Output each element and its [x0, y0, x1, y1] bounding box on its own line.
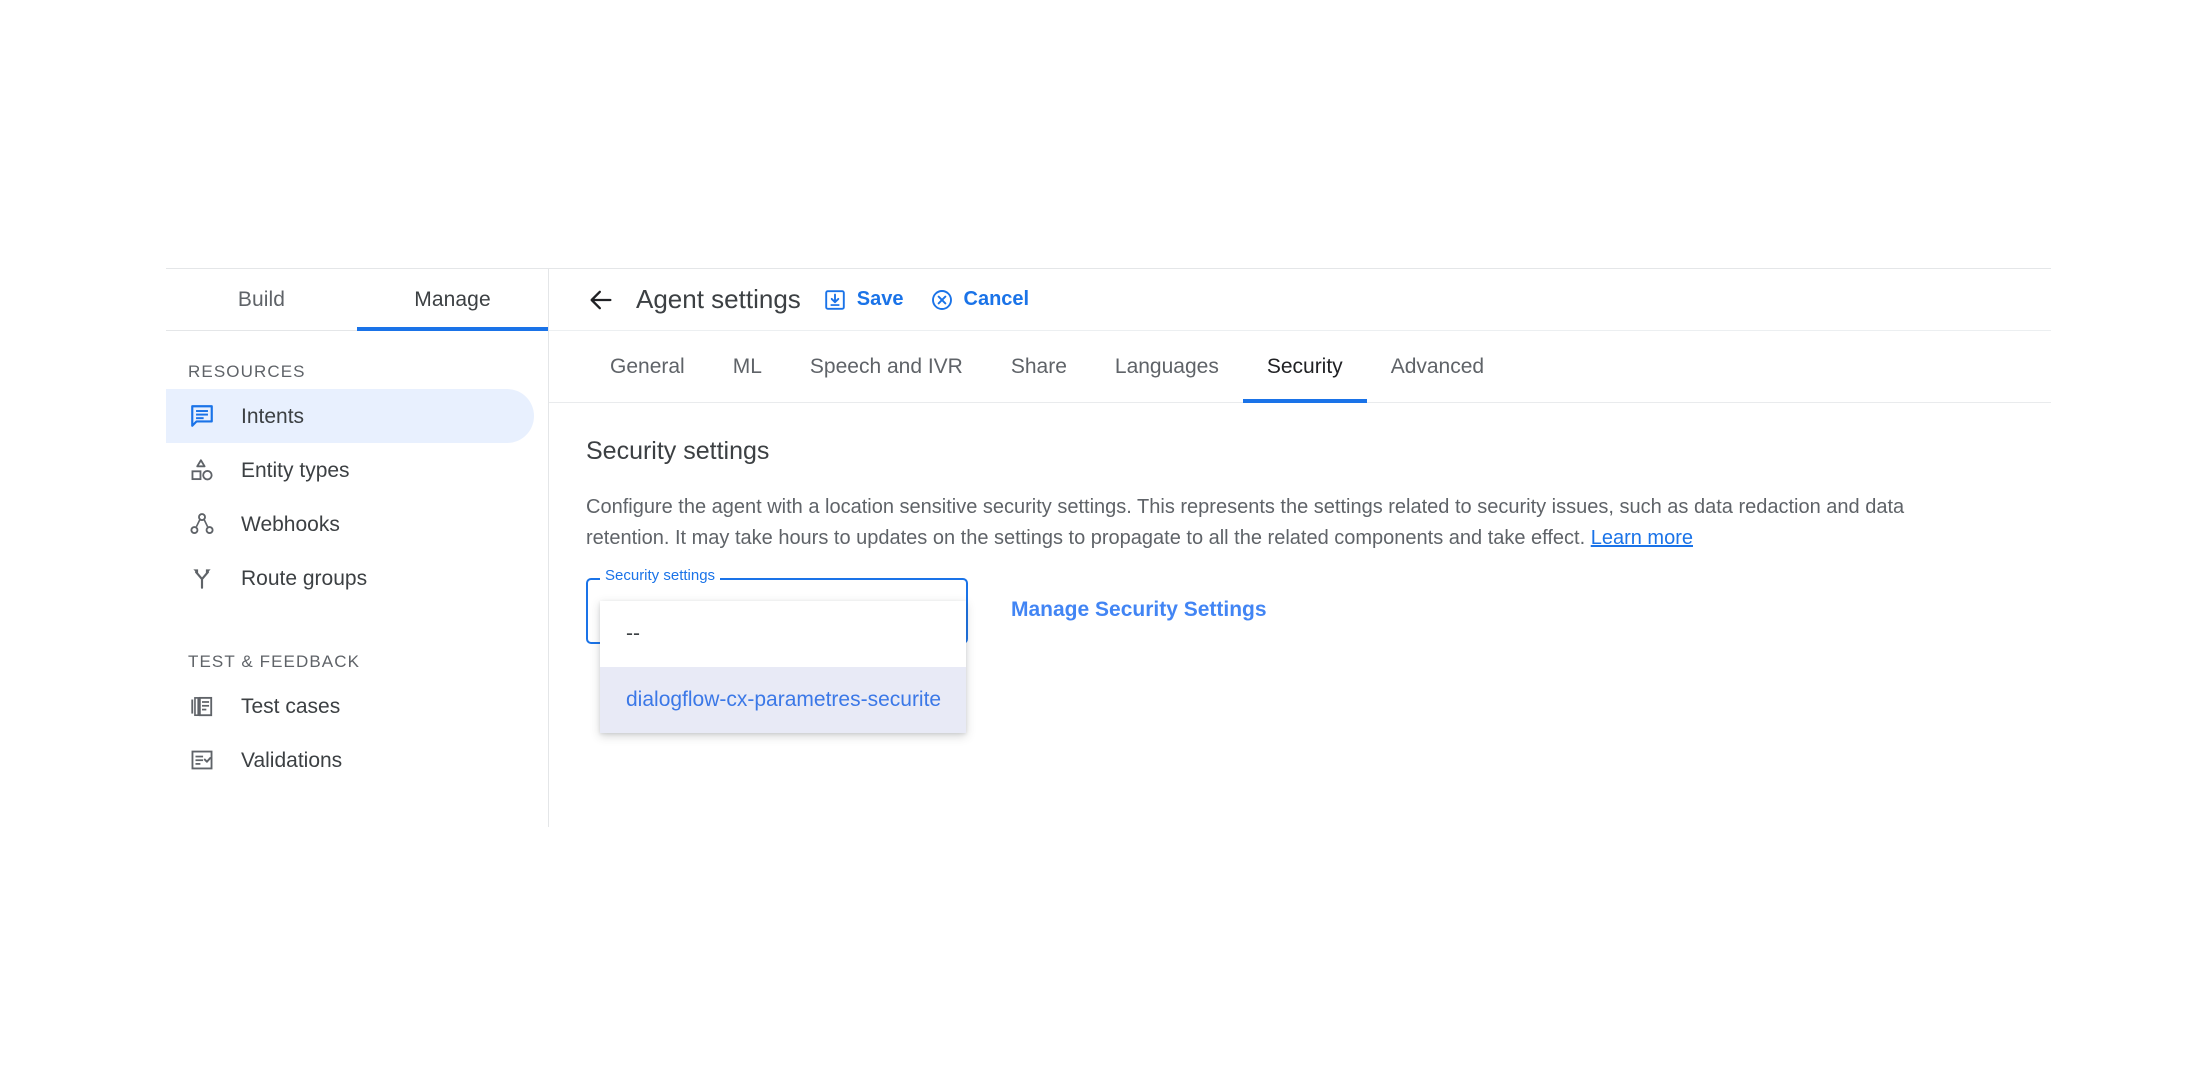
security-settings-dropdown-panel: -- dialogflow-cx-parametres-securite [600, 601, 966, 733]
tab-speech-and-ivr-label: Speech and IVR [809, 354, 963, 378]
security-settings-content: Security settings Configure the agent wi… [549, 403, 2051, 733]
page-title: Agent settings [636, 284, 801, 314]
mode-tab-bar: Build Manage [166, 269, 548, 331]
cancel-button[interactable]: Cancel [930, 288, 1030, 312]
sidebar-item-intents-label: Intents [241, 404, 305, 428]
tab-advanced[interactable]: Advanced [1367, 331, 1508, 402]
nav-section-title-resources: RESOURCES [188, 362, 306, 381]
save-button[interactable]: Save [823, 288, 904, 312]
mode-tab-manage[interactable]: Manage [357, 269, 548, 331]
mode-tab-manage-label: Manage [414, 287, 491, 311]
manage-security-settings-link[interactable]: Manage Security Settings [1011, 598, 1267, 622]
section-heading: Security settings [586, 437, 770, 465]
settings-header: Agent settings Save Cancel [549, 269, 2051, 331]
nav-section-test-feedback: TEST & FEEDBACK Test cases Validations [166, 645, 548, 787]
sidebar-item-test-cases[interactable]: Test cases [166, 679, 534, 733]
dropdown-option-dialogflow-cx-parametres-securite-label: dialogflow-cx-parametres-securite [626, 688, 942, 711]
tab-share[interactable]: Share [987, 331, 1091, 402]
chat-bubble-icon [188, 402, 216, 430]
security-settings-select-label: Security settings [600, 568, 721, 583]
arrow-back-icon[interactable] [586, 285, 616, 315]
sidebar-item-route-groups[interactable]: Route groups [166, 551, 534, 605]
hub-nodes-icon [188, 510, 216, 538]
tab-security[interactable]: Security [1242, 331, 1367, 403]
sidebar-item-test-cases-label: Test cases [241, 694, 341, 718]
dropdown-option-none[interactable]: -- [600, 601, 966, 667]
section-description: Configure the agent with a location sens… [586, 492, 1956, 554]
dialogflow-cx-console: Build Manage RESOURCES Intents Entity ty… [166, 268, 2051, 827]
agent-settings-panel: Agent settings Save Cancel General ML Sp… [549, 269, 2051, 827]
checklist-icon [188, 746, 216, 774]
tab-languages[interactable]: Languages [1091, 331, 1243, 402]
dropdown-option-dialogflow-cx-parametres-securite[interactable]: dialogflow-cx-parametres-securite [600, 667, 966, 733]
left-navigation-panel: Build Manage RESOURCES Intents Entity ty… [166, 269, 549, 827]
save-button-label: Save [856, 288, 904, 310]
sidebar-item-entity-types-label: Entity types [241, 458, 350, 482]
learn-more-link[interactable]: Learn more [1591, 527, 1693, 549]
sidebar-item-webhooks-label: Webhooks [241, 512, 340, 536]
tab-security-label: Security [1266, 354, 1343, 378]
save-icon [823, 288, 847, 312]
shapes-icon [188, 456, 216, 484]
cancel-button-label: Cancel [963, 288, 1030, 310]
section-description-text: Configure the agent with a location sens… [586, 496, 1905, 549]
tab-general[interactable]: General [586, 331, 709, 402]
tab-advanced-label: Advanced [1390, 354, 1485, 378]
tab-share-label: Share [1010, 354, 1067, 378]
call-split-icon [188, 564, 216, 592]
tab-ml[interactable]: ML [709, 331, 786, 402]
sidebar-item-validations-label: Validations [241, 748, 343, 772]
test-cases-icon [188, 692, 216, 720]
tab-speech-and-ivr[interactable]: Speech and IVR [786, 331, 987, 402]
sidebar-item-route-groups-label: Route groups [241, 566, 368, 590]
sidebar-item-validations[interactable]: Validations [166, 733, 534, 787]
cancel-circle-icon [930, 288, 954, 312]
mode-tab-build-label: Build [237, 287, 286, 311]
tab-general-label: General [610, 354, 685, 378]
tab-ml-label: ML [732, 354, 762, 378]
security-settings-field-row: Security settings -- dialogflow-cx-param… [586, 568, 2051, 733]
settings-tab-bar: General ML Speech and IVR Share Language… [549, 331, 2051, 403]
tab-languages-label: Languages [1114, 354, 1219, 378]
nav-section-title-test-feedback: TEST & FEEDBACK [188, 652, 361, 671]
sidebar-item-webhooks[interactable]: Webhooks [166, 497, 534, 551]
sidebar-item-entity-types[interactable]: Entity types [166, 443, 534, 497]
dropdown-option-none-label: -- [626, 622, 640, 645]
sidebar-item-intents[interactable]: Intents [166, 389, 534, 443]
nav-section-resources: RESOURCES Intents Entity types Webhooks … [166, 355, 548, 605]
mode-tab-build[interactable]: Build [166, 269, 357, 330]
